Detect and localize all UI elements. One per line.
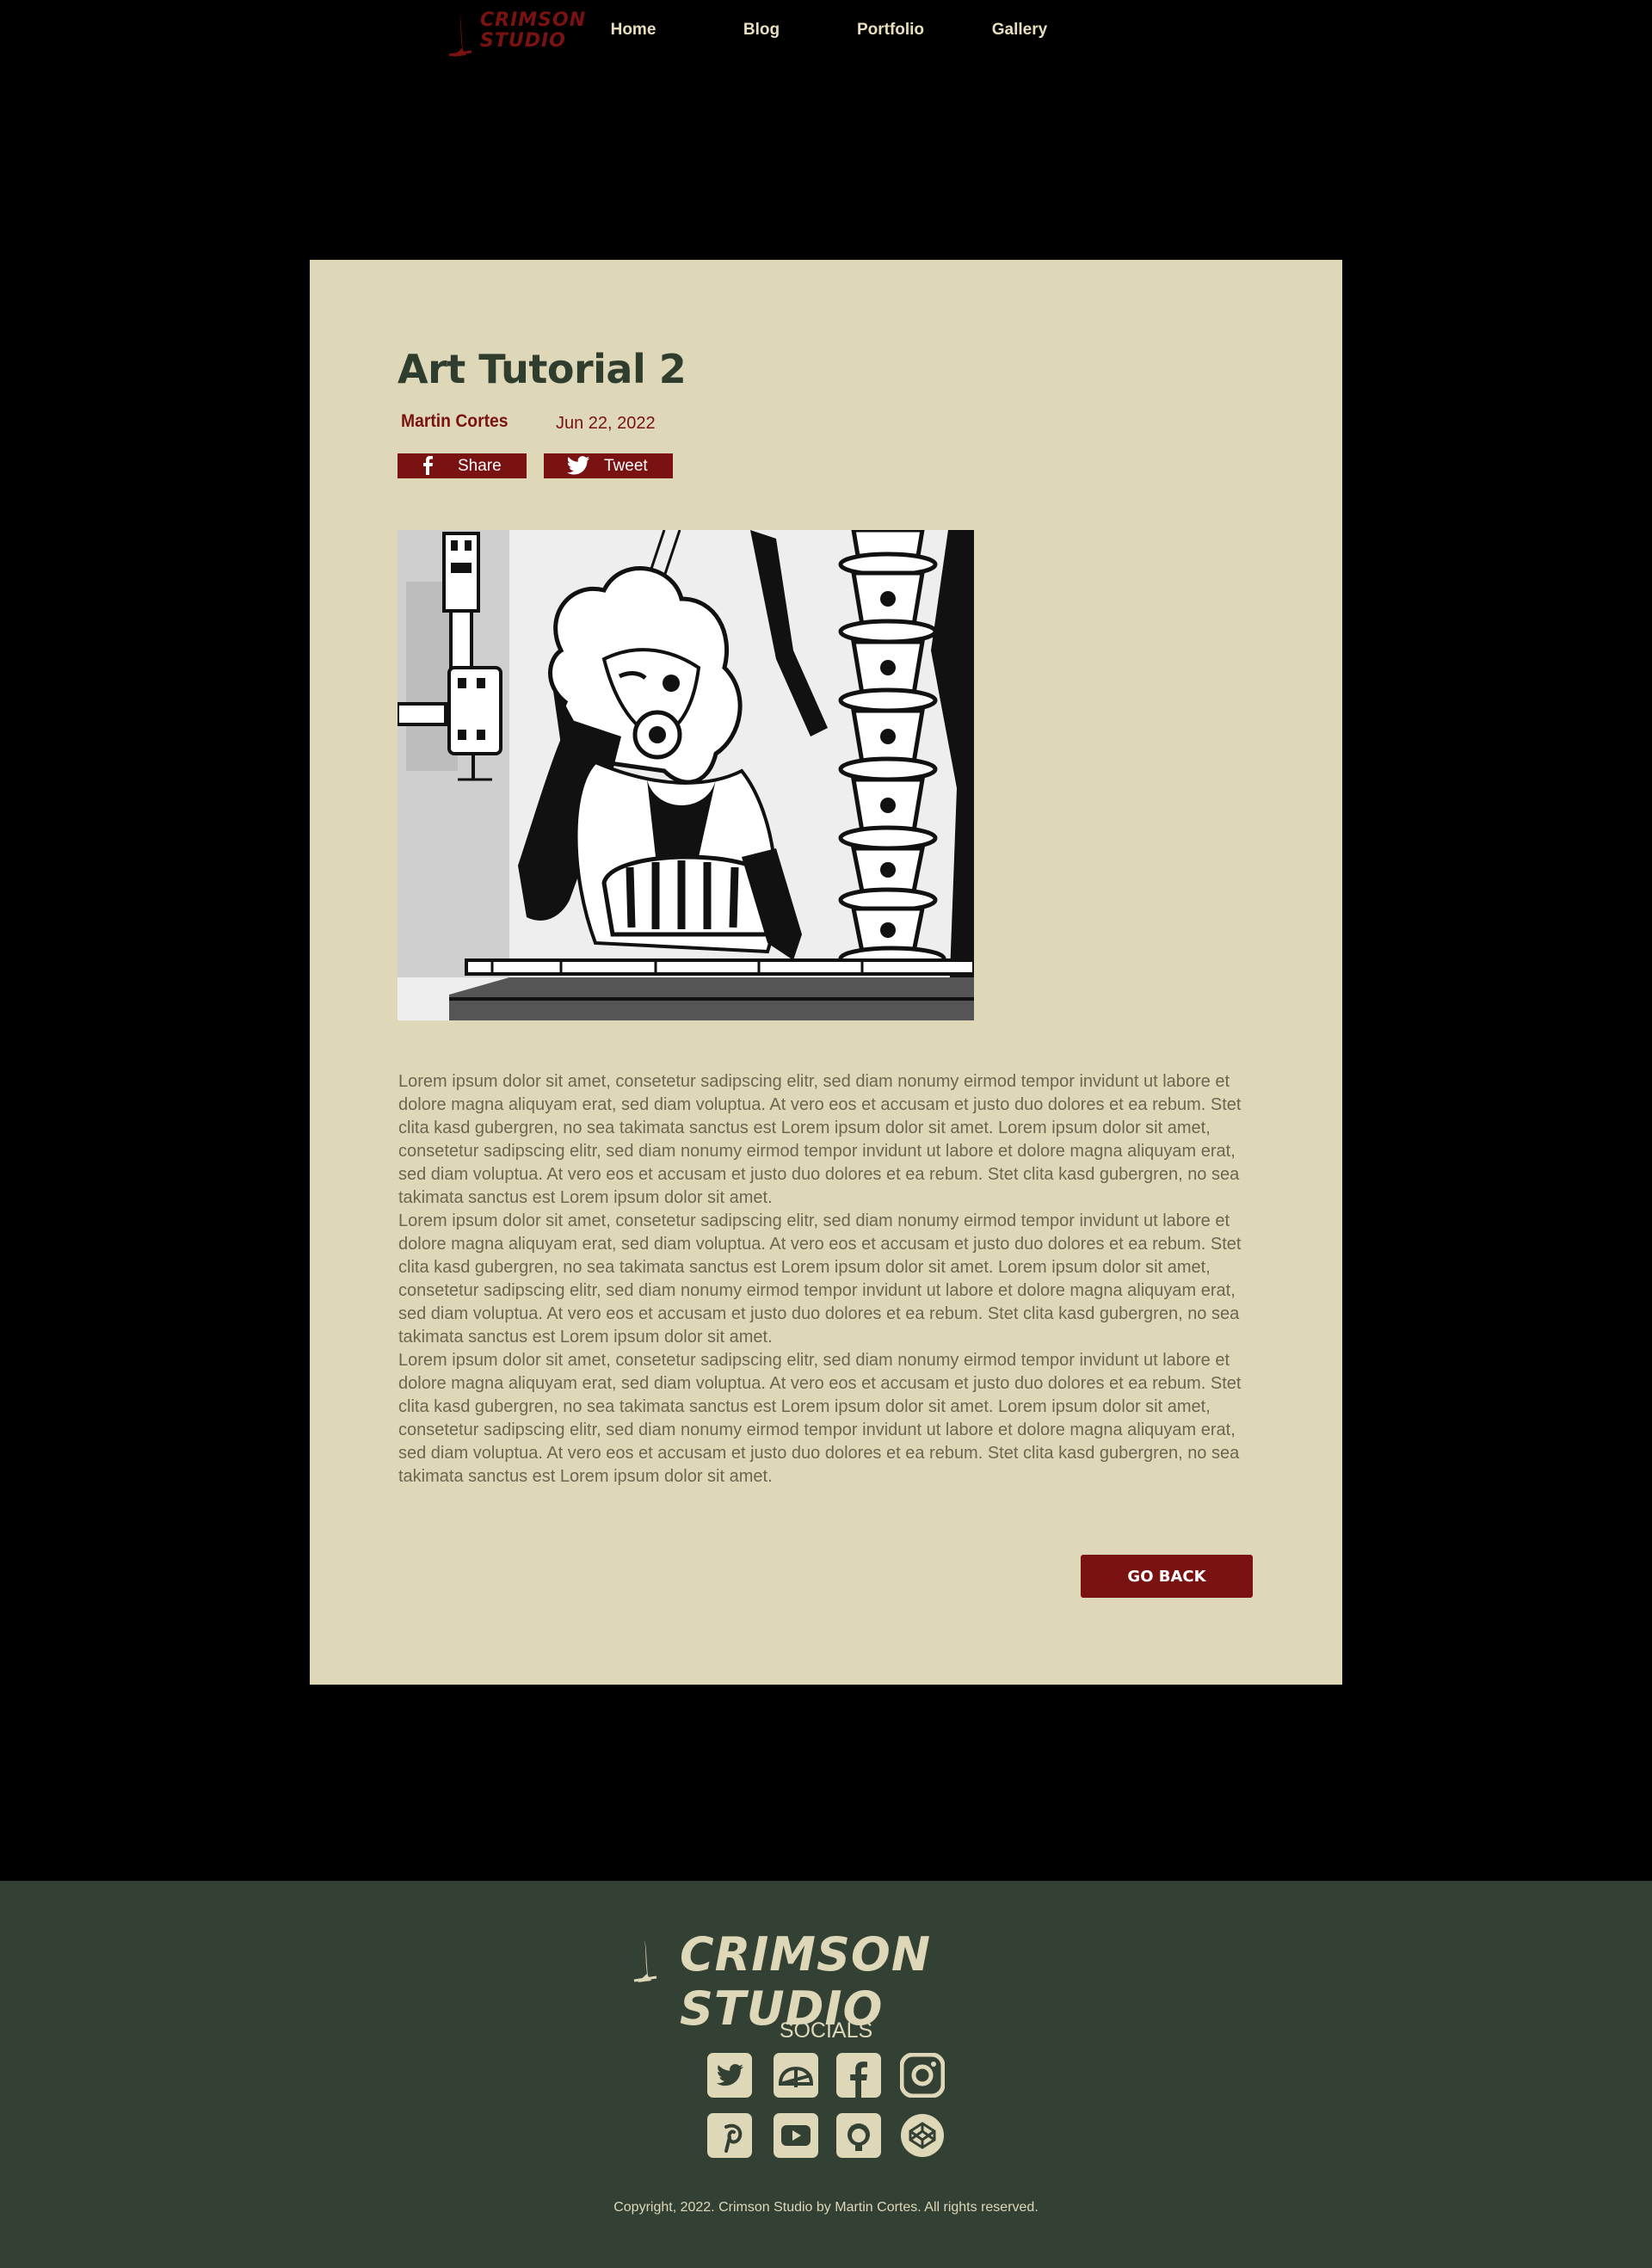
facebook-share-button[interactable]: Share [398, 453, 527, 478]
post-card: Art Tutorial 2 Martin Cortes Jun 22, 202… [310, 260, 1342, 1685]
deviantart-icon[interactable] [774, 2053, 818, 2098]
footer-logo[interactable]: CRIMSON STUDIO [628, 1924, 1032, 2036]
post-author[interactable]: Martin Cortes [401, 411, 509, 432]
nav-gallery[interactable]: Gallery [959, 21, 1080, 40]
brand-line-1: CRIMSON [480, 9, 587, 31]
instagram-icon[interactable] [899, 2052, 946, 2099]
post-body: Lorem ipsum dolor sit amet, consetetur s… [398, 1070, 1259, 1488]
codepen-icon[interactable] [900, 2113, 945, 2158]
youtube-icon[interactable] [774, 2113, 818, 2158]
brand-logo-text: CRIMSON STUDIO [480, 10, 586, 52]
post-illustration [398, 530, 974, 1020]
brush-icon [448, 14, 472, 57]
github-icon[interactable] [836, 2113, 881, 2158]
brand-line-2: STUDIO [480, 30, 566, 52]
brush-icon [633, 1939, 657, 1982]
post-paragraph: Lorem ipsum dolor sit amet, consetetur s… [398, 1211, 1242, 1347]
twitter-icon [566, 456, 590, 480]
post-date: Jun 22, 2022 [556, 414, 656, 433]
post-title: Art Tutorial 2 [398, 346, 687, 392]
facebook-icon[interactable] [836, 2053, 881, 2098]
twitter-icon[interactable] [707, 2053, 752, 2098]
share-label: Share [458, 457, 502, 475]
post-paragraph: Lorem ipsum dolor sit amet, consetetur s… [398, 1351, 1242, 1486]
manga-illustration-icon [398, 530, 974, 1020]
copyright-text: Copyright, 2022. Crimson Studio by Marti… [613, 2200, 1039, 2215]
facebook-icon [420, 455, 435, 480]
tweet-label: Tweet [604, 457, 648, 475]
twitter-share-button[interactable]: Tweet [544, 453, 673, 478]
socials-title: SOCIALS [779, 2018, 873, 2043]
site-footer: CRIMSON STUDIO SOCIALS Copyright, 2022. … [0, 1881, 1652, 2268]
pinterest-icon[interactable] [707, 2113, 752, 2158]
nav-blog[interactable]: Blog [701, 21, 822, 40]
top-nav: CRIMSON STUDIO Home Blog Portfolio Galle… [0, 0, 1652, 65]
nav-portfolio[interactable]: Portfolio [830, 21, 951, 40]
post-paragraph: Lorem ipsum dolor sit amet, consetetur s… [398, 1072, 1242, 1207]
nav-home[interactable]: Home [573, 21, 693, 40]
brand-logo[interactable]: CRIMSON STUDIO [446, 9, 585, 57]
go-back-button[interactable]: GO BACK [1081, 1555, 1253, 1598]
